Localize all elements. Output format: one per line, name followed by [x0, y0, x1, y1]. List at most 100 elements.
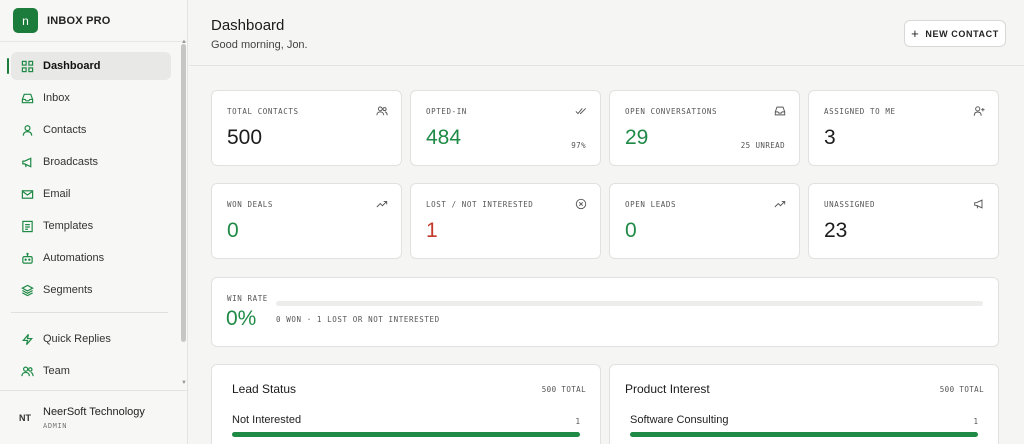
sidebar-item-label: Contacts [43, 124, 87, 136]
win-rate-progress [276, 301, 983, 306]
stat-label: TOTAL CONTACTS [227, 107, 299, 116]
sidebar-item-segments[interactable]: Segments [11, 276, 171, 304]
stat-card-opted-in: OPTED-IN 484 97% [410, 90, 601, 166]
sidebar-item-quick-replies[interactable]: Quick Replies [11, 325, 171, 353]
lead-status-row-label: Not Interested [232, 414, 302, 426]
stat-card-total-contacts: TOTAL CONTACTS 500 [211, 90, 402, 166]
sidebar-item-team[interactable]: Team [11, 357, 171, 385]
trend-up-icon [774, 200, 786, 208]
win-rate-label: WIN RATE [227, 294, 268, 303]
stat-label: ASSIGNED TO ME [824, 107, 896, 116]
mail-icon [21, 189, 34, 199]
users-icon [376, 106, 388, 116]
product-interest-row-bar [630, 432, 978, 437]
product-interest-row-bar-fill [630, 432, 978, 437]
page-title: Dashboard [211, 17, 285, 34]
sidebar-divider [11, 312, 168, 313]
lead-status-row-count: 1 [575, 417, 580, 426]
sidebar-item-contacts[interactable]: Contacts [11, 116, 171, 144]
stat-label: OPEN CONVERSATIONS [625, 107, 718, 116]
inbox-icon [21, 93, 34, 103]
sidebar-item-label: Automations [43, 252, 105, 264]
sidebar-item-label: Templates [43, 220, 94, 232]
trend-up-icon [376, 200, 388, 208]
brand-logo: n [13, 8, 38, 33]
stat-label: OPTED-IN [426, 107, 467, 116]
grid-icon [21, 60, 34, 72]
sidebar-item-label: Team [43, 365, 70, 377]
avatar: NT [19, 412, 31, 423]
sidebar-item-email[interactable]: Email [11, 180, 171, 208]
panel-title: Product Interest [625, 382, 710, 396]
sidebar-item-label: Email [43, 188, 71, 200]
sidebar-item-label: Broadcasts [43, 156, 99, 168]
stat-label: WON DEALS [227, 200, 274, 209]
sidebar-nav: Dashboard Inbox Contacts Broadcasts Emai… [0, 52, 178, 389]
stat-label: OPEN LEADS [625, 200, 677, 209]
stat-card-open-conversations: OPEN CONVERSATIONS 29 25 UNREAD [609, 90, 800, 166]
stat-value: 3 [824, 126, 836, 149]
bot-icon [22, 252, 33, 264]
lead-status-panel: Lead Status 500 TOTAL Not Interested 1 [211, 364, 601, 444]
brand: n INBOX PRO [0, 0, 187, 42]
plus-icon: + [911, 26, 920, 41]
user-role: ADMIN [43, 421, 68, 430]
stat-label: LOST / NOT INTERESTED [426, 200, 534, 209]
panel-title: Lead Status [232, 382, 297, 396]
page-header: Dashboard Good morning, Jon. + NEW CONTA… [189, 0, 1024, 66]
lead-status-row-bar-fill [232, 432, 580, 437]
stat-label: UNASSIGNED [824, 200, 876, 209]
double-check-icon [575, 108, 587, 115]
sidebar-item-broadcasts[interactable]: Broadcasts [11, 148, 171, 176]
win-rate-card: WIN RATE 0% 0 WON · 1 LOST OR NOT INTERE… [211, 277, 999, 347]
stat-sub: 97% [571, 141, 586, 150]
win-rate-detail: 0 WON · 1 LOST OR NOT INTERESTED [276, 315, 440, 324]
sidebar-item-inbox[interactable]: Inbox [11, 84, 171, 112]
sidebar-item-label: Quick Replies [43, 333, 111, 345]
stat-card-open-leads: OPEN LEADS 0 [609, 183, 800, 259]
greeting: Good morning, Jon. [211, 39, 308, 51]
scroll-down-arrow[interactable]: ▼ [181, 380, 187, 386]
user-name: NeerSoft Technology [43, 405, 145, 418]
stat-card-unassigned: UNASSIGNED 23 [808, 183, 999, 259]
panel-total: 500 TOTAL [939, 385, 984, 394]
x-circle-icon [575, 198, 587, 210]
stat-value: 29 [625, 126, 649, 149]
sidebar-item-dashboard[interactable]: Dashboard [7, 52, 171, 80]
sidebar-scrollbar[interactable] [181, 44, 186, 342]
template-icon [22, 220, 33, 232]
sidebar-item-label: Dashboard [43, 60, 101, 72]
stat-value: 500 [227, 126, 263, 149]
users-icon [21, 366, 34, 376]
user-icon [22, 124, 33, 136]
stat-card-assigned-to-me: ASSIGNED TO ME 3 [808, 90, 999, 166]
sidebar-item-label: Segments [43, 284, 93, 296]
new-contact-label: NEW CONTACT [925, 28, 999, 39]
stat-value: 0 [625, 219, 637, 242]
megaphone-icon [974, 199, 983, 209]
product-interest-panel: Product Interest 500 TOTAL Software Cons… [609, 364, 999, 444]
stat-card-won-deals: WON DEALS 0 [211, 183, 402, 259]
panel-total: 500 TOTAL [541, 385, 586, 394]
stat-value: 1 [426, 219, 438, 242]
stat-value: 0 [227, 219, 239, 242]
user-plus-icon [973, 106, 985, 116]
sidebar-item-automations[interactable]: Automations [11, 244, 171, 272]
brand-name: INBOX PRO [47, 14, 111, 27]
stat-sub: 25 UNREAD [740, 141, 785, 150]
stat-value: 484 [426, 126, 462, 149]
sidebar: n INBOX PRO Dashboard Inbox Contacts Bro… [0, 0, 188, 444]
product-interest-row-count: 1 [973, 417, 978, 426]
user-profile[interactable]: NT NeerSoft Technology ADMIN [0, 390, 187, 444]
stat-card-lost: LOST / NOT INTERESTED 1 [410, 183, 601, 259]
new-contact-button[interactable]: + NEW CONTACT [904, 20, 1006, 47]
product-interest-row-label: Software Consulting [630, 414, 729, 426]
win-rate-value: 0% [226, 307, 257, 330]
megaphone-icon [22, 156, 32, 168]
layers-icon [21, 284, 34, 296]
sidebar-item-templates[interactable]: Templates [11, 212, 171, 240]
stat-value: 23 [824, 219, 848, 242]
inbox-icon [774, 106, 786, 116]
lead-status-row-bar [232, 432, 580, 437]
sidebar-item-label: Inbox [43, 92, 70, 104]
